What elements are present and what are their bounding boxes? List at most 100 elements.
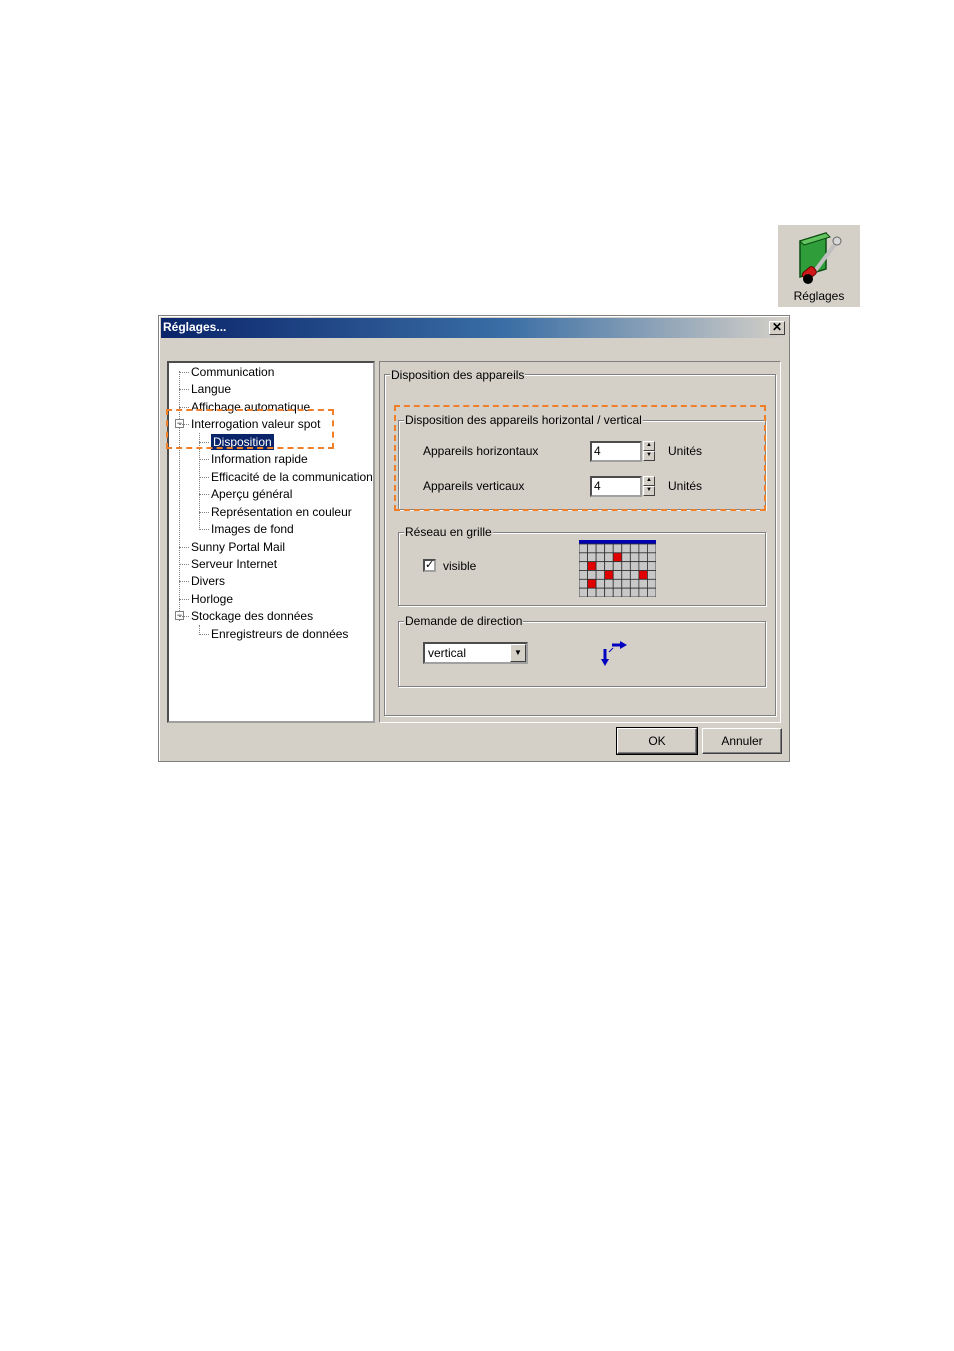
ok-button[interactable]: OK [616, 727, 698, 755]
grid-cell [612, 561, 623, 571]
grid-cell [579, 543, 588, 554]
grid-cell [595, 552, 606, 563]
tree-item[interactable]: Information rapide [211, 451, 308, 467]
tree-connector [179, 581, 189, 583]
grid-cell-filled [638, 570, 648, 580]
tree-connector [179, 406, 189, 408]
grid-cell-filled [604, 570, 614, 580]
grid-cell [629, 561, 640, 571]
tree-connector [179, 563, 189, 565]
tree-connector [199, 494, 209, 496]
grid-cell [621, 543, 631, 554]
grid-cell [621, 552, 631, 563]
tree-item[interactable]: Aperçu général [211, 486, 292, 502]
tree-connector [179, 598, 189, 600]
grid-cell [612, 570, 623, 580]
tree-connector [199, 529, 209, 531]
grid-cell [647, 578, 656, 589]
tree-item[interactable]: Serveur Internet [191, 556, 277, 572]
cancel-button[interactable]: Annuler [702, 728, 782, 754]
tree-item[interactable]: Stockage des données [191, 608, 313, 624]
grid-cell [579, 561, 588, 571]
settings-toolbar-button[interactable]: Réglages [778, 225, 860, 307]
grid-cell [604, 552, 614, 563]
grid-cell [612, 578, 623, 589]
tree-item[interactable]: Communication [191, 364, 274, 380]
grid-cell-filled [587, 578, 597, 589]
direction-group-title: Demande de direction [404, 614, 524, 628]
tree-item[interactable]: Efficacité de la communication [211, 469, 373, 485]
grid-cell [621, 570, 631, 580]
grid-cell [629, 570, 640, 580]
grid-cell [621, 587, 631, 597]
grid-cell [604, 543, 614, 554]
grid-cell [647, 552, 656, 563]
tree-connector [199, 511, 209, 513]
tree-connector [179, 372, 189, 373]
tree-connector [179, 546, 189, 548]
ok-button-label: OK [648, 734, 666, 748]
grid-cell [604, 561, 614, 571]
tree-item[interactable]: Langue [191, 381, 231, 397]
grid-cell [595, 570, 606, 580]
tree-connector [179, 616, 189, 618]
grid-cell [621, 578, 631, 589]
grid-cell [629, 552, 640, 563]
grid-cell [579, 552, 588, 563]
grid-cell [647, 570, 656, 580]
grid-cell [647, 561, 656, 571]
grid-cell [579, 570, 588, 580]
grid-group-title: Réseau en grille [404, 525, 493, 539]
grid-cell-filled [612, 552, 623, 563]
dialog-title: Réglages... [163, 320, 227, 334]
close-button[interactable]: ✕ [769, 321, 785, 335]
tree-connector [179, 389, 189, 391]
grid-cell [595, 543, 606, 554]
settings-tools-icon [799, 231, 842, 284]
tree-item[interactable]: Images de fond [211, 521, 294, 537]
direction-select-value: vertical [428, 646, 467, 660]
grid-cell [595, 578, 606, 589]
highlight-layout-group [394, 405, 766, 511]
tree-item[interactable]: Représentation en couleur [211, 504, 352, 520]
tree-item[interactable]: Divers [191, 573, 225, 589]
device-layout-title: Disposition des appareils [390, 368, 526, 382]
cancel-button-label: Annuler [721, 734, 763, 748]
settings-dialog: Réglages... ✕ − − Communication Langue Aff… [158, 315, 790, 762]
grid-cell [638, 578, 648, 589]
grid-cell [595, 587, 606, 597]
checkmark-icon: ✓ [425, 559, 435, 571]
grid-cell [621, 561, 631, 571]
grid-cell [579, 587, 588, 597]
grid-cell [587, 543, 597, 554]
grid-cell [604, 578, 614, 589]
tree-connector [199, 459, 209, 461]
grid-cell [595, 561, 606, 571]
grid-visible-checkbox[interactable]: ✓ [423, 559, 436, 572]
grid-cell [604, 587, 614, 597]
grid-cell [629, 543, 640, 554]
settings-toolbar-label: Réglages [793, 289, 845, 303]
grid-cell [587, 552, 597, 563]
grid-cell [612, 543, 623, 554]
grid-cell [629, 578, 640, 589]
grid-preview-icon [579, 540, 656, 597]
grid-cell [612, 587, 623, 597]
direction-arrows-icon [601, 641, 627, 666]
grid-cell [638, 552, 648, 563]
grid-cell [629, 587, 640, 597]
grid-cell [587, 570, 597, 580]
tree-item[interactable]: Enregistreurs de données [211, 626, 348, 642]
chevron-down-icon[interactable]: ▼ [510, 644, 526, 662]
close-icon: ✕ [771, 320, 783, 334]
direction-select[interactable]: vertical ▼ [423, 642, 528, 664]
tree-item[interactable]: Sunny Portal Mail [191, 539, 285, 555]
grid-visible-label: visible [443, 559, 477, 573]
tree-connector [199, 476, 209, 478]
grid-cell [587, 587, 597, 597]
highlight-tree-selection [166, 409, 334, 449]
grid-cell-filled [587, 561, 597, 571]
title-bar[interactable]: Réglages... ✕ [161, 318, 787, 338]
grid-cell [638, 543, 648, 554]
tree-item[interactable]: Horloge [191, 591, 233, 607]
